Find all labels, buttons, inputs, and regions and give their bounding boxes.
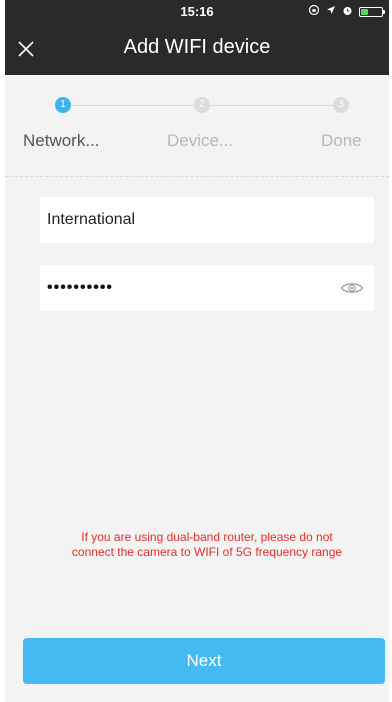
wifi-password-field[interactable]: •••••••••• — [40, 265, 374, 311]
step-3-label: Done — [321, 131, 362, 150]
section-divider — [5, 176, 389, 177]
header: 15:16 Add WIFI device — [5, 0, 389, 75]
app-screen: 15:16 Add WIFI device 1 2 3 Network... D… — [5, 0, 389, 702]
wifi-password-input[interactable]: •••••••••• — [47, 279, 340, 297]
dual-band-warning: If you are using dual-band router, pleas… — [35, 530, 379, 560]
wifi-ssid-input[interactable] — [47, 197, 364, 243]
alarm-icon — [342, 5, 353, 19]
warning-line-1: If you are using dual-band router, pleas… — [81, 530, 333, 544]
step-1-label: Network... — [23, 131, 100, 150]
progress-stepper: 1 2 3 Network... Device... Done — [5, 75, 389, 175]
step-2-label: Device... — [167, 131, 234, 150]
page-title: Add WIFI device — [123, 36, 271, 58]
status-bar: 15:16 — [5, 0, 389, 22]
nav-bar: Add WIFI device — [5, 22, 389, 75]
eye-icon[interactable] — [340, 280, 364, 296]
status-icons — [308, 4, 385, 19]
location-arrow-icon — [326, 5, 336, 18]
wifi-ssid-field[interactable] — [40, 197, 374, 243]
step-connector-1 — [68, 105, 193, 106]
lock-rotation-icon — [308, 4, 320, 19]
step-1-indicator: 1 — [55, 97, 71, 113]
battery-icon — [359, 6, 385, 17]
battery-level — [361, 8, 368, 15]
next-button[interactable]: Next — [23, 638, 385, 684]
step-2-indicator: 2 — [194, 97, 210, 113]
warning-line-2: connect the camera to WIFI of 5G frequen… — [71, 545, 343, 559]
step-3-indicator: 3 — [333, 97, 349, 113]
step-connector-2 — [209, 105, 335, 106]
